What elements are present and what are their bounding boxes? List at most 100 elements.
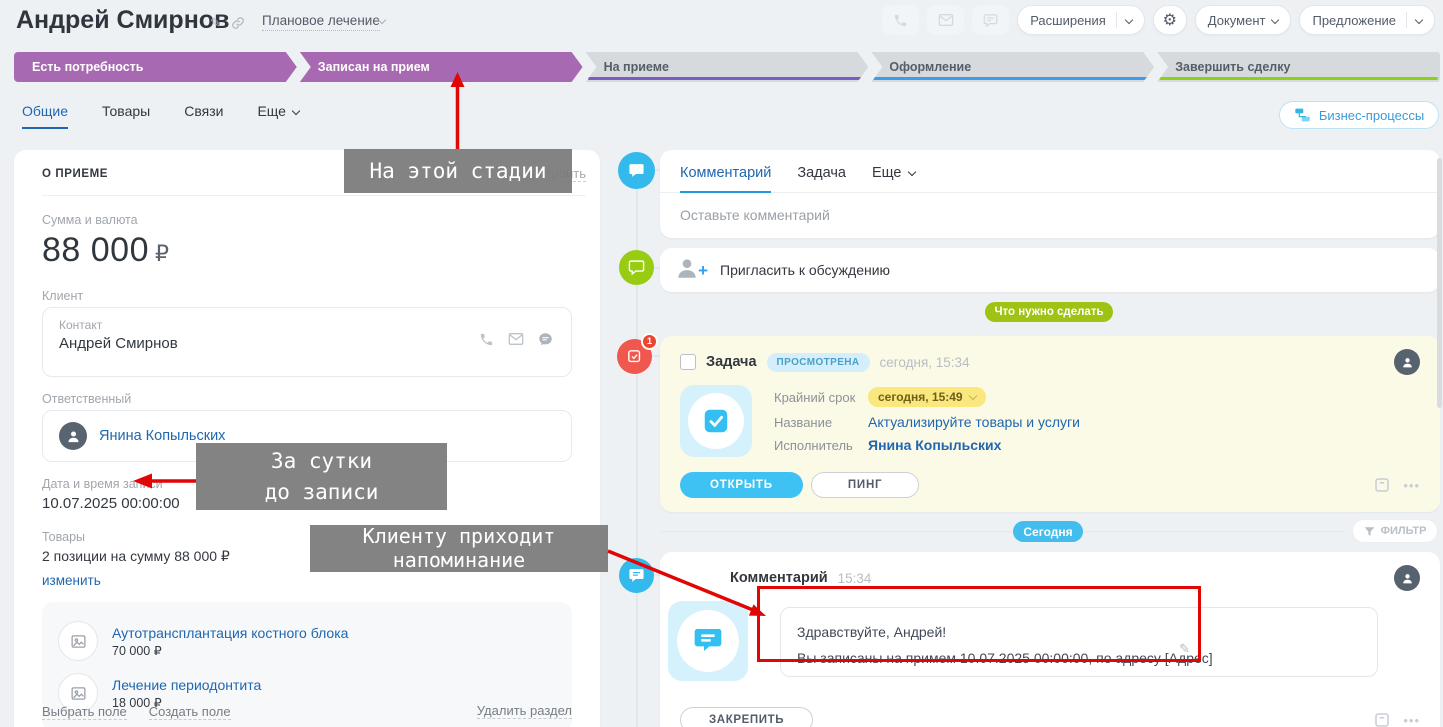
comment-tile-icon (668, 601, 748, 681)
invite-label: Пригласить к обсуждению (720, 262, 891, 278)
stage-processing[interactable]: Оформление (871, 52, 1154, 82)
open-task-button[interactable]: ОТКРЫТЬ (680, 472, 803, 498)
annotation-text: На этой стадии (369, 159, 547, 183)
annotation-stage-note: На этой стадии (344, 149, 572, 193)
notification-badge: 1 (641, 333, 658, 350)
flowchart-icon (1295, 108, 1310, 122)
funnel-icon (1364, 526, 1374, 536)
proposal-button[interactable]: Предложение (1299, 5, 1435, 35)
stage-need[interactable]: Есть потребность (14, 52, 297, 82)
product-price: 70 000 ₽ (112, 643, 162, 658)
stage-label: Оформление (889, 60, 972, 74)
task-author-avatar[interactable] (1394, 349, 1420, 375)
select-field-link[interactable]: Выбрать поле (42, 704, 127, 720)
invite-discussion-card[interactable]: + Пригласить к обсуждению (660, 248, 1440, 292)
task-name-label: Название (774, 414, 833, 430)
phone-icon[interactable] (479, 332, 494, 347)
composer-tab-comment[interactable]: Комментарий (680, 165, 772, 193)
document-button[interactable]: Документ (1194, 5, 1292, 35)
stage-label: Завершить сделку (1175, 60, 1291, 74)
date-separator-badge[interactable]: Сегодня (1013, 521, 1083, 542)
deadline-value[interactable]: сегодня, 15:49 (868, 387, 986, 407)
pipeline-selector[interactable]: Плановое лечение (262, 13, 380, 31)
tab-more[interactable]: Еще (257, 103, 301, 129)
annotation-highlight-rect (757, 586, 1201, 662)
task-check-icon (704, 409, 728, 433)
currency-symbol: ₽ (155, 241, 170, 266)
divider (1406, 12, 1407, 28)
task-time: сегодня, 15:34 (879, 354, 970, 370)
extensions-label: Расширения (1030, 12, 1106, 28)
note-icon[interactable] (1373, 711, 1391, 727)
pin-button[interactable]: ЗАКРЕПИТЬ (680, 707, 814, 727)
delete-section-link[interactable]: Удалить раздел (476, 703, 572, 719)
task-tile-icon (680, 385, 752, 457)
assignee-label: Исполнитель (774, 437, 853, 453)
mail-icon[interactable] (508, 332, 524, 347)
date-separator-line (660, 531, 1346, 532)
scrollbar[interactable] (1437, 158, 1442, 408)
amount-value: 88 000 ₽ (42, 231, 572, 270)
more-actions-icon[interactable]: ••• (1403, 713, 1420, 727)
business-processes-button[interactable]: Бизнес-процессы (1279, 101, 1439, 129)
annotation-date-note: За сутки до записи (196, 443, 447, 510)
document-label: Документ (1207, 12, 1266, 28)
responsible-label: Ответственный (42, 392, 132, 406)
composer-tab-more[interactable]: Еще (871, 165, 916, 181)
annotation-text: напоминание (392, 547, 526, 572)
plus-icon: + (698, 261, 708, 280)
tab-general[interactable]: Общие (22, 103, 69, 129)
settings-button[interactable]: ⚙ (1152, 5, 1187, 35)
extensions-button[interactable]: Расширения (1017, 5, 1145, 35)
task-card: Задача ПРОСМОТРЕНА сегодня, 15:34 Крайни… (660, 336, 1440, 512)
chat-button[interactable] (972, 5, 1010, 35)
deadline-text: сегодня, 15:49 (878, 390, 963, 404)
section-title: О ПРИЕМЕ (42, 168, 109, 180)
invite-avatar-icon: + (674, 255, 708, 285)
comment-stream-icon (618, 152, 655, 189)
link-icon[interactable] (231, 16, 245, 30)
create-field-link[interactable]: Создать поле (148, 704, 231, 720)
task-checkbox[interactable] (680, 354, 696, 370)
composer-tab-more-label: Еще (871, 165, 902, 181)
task-name-link[interactable]: Актуализируйте товары и услуги (868, 414, 1080, 430)
more-actions-icon[interactable]: ••• (1403, 478, 1420, 493)
product-name[interactable]: Лечение периодонтита (112, 677, 261, 693)
note-icon[interactable] (1373, 476, 1391, 494)
about-appointment-card: О ПРИЕМЕ Настроить Сумма и валюта 88 000… (14, 150, 600, 727)
tab-products[interactable]: Товары (102, 103, 150, 129)
deadline-label: Крайний срок (774, 389, 856, 405)
page-title: Андрей Смирнов (16, 6, 230, 34)
chevron-down-icon (907, 167, 916, 177)
task-stream-icon: 1 (617, 333, 658, 374)
amount-number: 88 000 (42, 231, 149, 269)
amount-label: Сумма и валюта (42, 213, 138, 227)
comment-bubble-icon (694, 629, 722, 651)
call-button[interactable] (882, 5, 920, 35)
tab-relations[interactable]: Связи (184, 103, 223, 129)
messenger-icon[interactable] (538, 332, 553, 347)
comment-input[interactable]: Оставьте комментарий (680, 193, 1420, 237)
stage-close-deal[interactable]: Завершить сделку (1157, 52, 1440, 82)
product-name[interactable]: Аутотрансплантация костного блока (112, 625, 348, 641)
comment-entry-icon (619, 558, 654, 593)
contact-label: Контакт (59, 318, 103, 332)
stage-label: Есть потребность (32, 60, 144, 74)
stage-booked[interactable]: Записан на прием (300, 52, 583, 82)
client-box: Контакт Андрей Смирнов (42, 307, 572, 377)
annotation-text: до записи (264, 479, 379, 504)
assignee-link[interactable]: Янина Копыльских (868, 437, 1001, 453)
email-button[interactable] (927, 5, 965, 35)
header: Андрей Смирнов ✎ Плановое лечение Расшир… (0, 0, 1443, 48)
edit-title-icon[interactable]: ✎ (210, 15, 221, 31)
stage-at-appointment[interactable]: На приеме (586, 52, 869, 82)
business-processes-label: Бизнес-процессы (1318, 107, 1425, 123)
comment-author-avatar[interactable] (1394, 565, 1420, 591)
edit-products-link[interactable]: изменить (42, 573, 101, 588)
filter-button[interactable]: ФИЛЬТР (1352, 519, 1438, 543)
responsible-name[interactable]: Янина Копыльских (99, 428, 225, 444)
todo-separator-badge: Что нужно сделать (985, 302, 1113, 322)
ping-button[interactable]: ПИНГ (810, 472, 920, 498)
filter-label: ФИЛЬТР (1380, 525, 1427, 537)
composer-tab-task[interactable]: Задача (797, 165, 846, 181)
